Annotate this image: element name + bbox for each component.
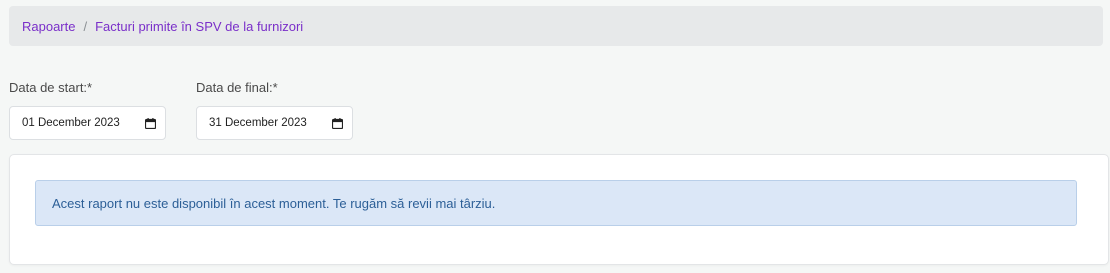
start-date-field: Data de start:* 01 December 2023 — [9, 80, 166, 140]
calendar-icon[interactable] — [145, 117, 156, 129]
info-alert: Acest raport nu este disponibil în acest… — [35, 180, 1077, 226]
calendar-icon[interactable] — [332, 117, 343, 129]
start-date-label: Data de start:* — [9, 80, 93, 95]
report-card: Acest raport nu este disponibil în acest… — [9, 154, 1109, 265]
start-date-value: 01 December 2023 — [22, 117, 120, 129]
breadcrumb-separator: / — [83, 18, 88, 34]
end-date-input[interactable]: 31 December 2023 — [196, 106, 353, 140]
start-date-input[interactable]: 01 December 2023 — [9, 106, 166, 140]
end-date-field: Data de final:* 31 December 2023 — [196, 80, 353, 140]
end-date-value: 31 December 2023 — [209, 117, 307, 129]
alert-message: Acest raport nu este disponibil în acest… — [52, 195, 496, 211]
end-date-label: Data de final:* — [196, 80, 278, 95]
breadcrumb-current-page: Facturi primite în SPV de la furnizori — [95, 18, 304, 34]
breadcrumb: Rapoarte / Facturi primite în SPV de la … — [9, 6, 1103, 46]
breadcrumb-link-rapoarte[interactable]: Rapoarte — [22, 19, 75, 34]
